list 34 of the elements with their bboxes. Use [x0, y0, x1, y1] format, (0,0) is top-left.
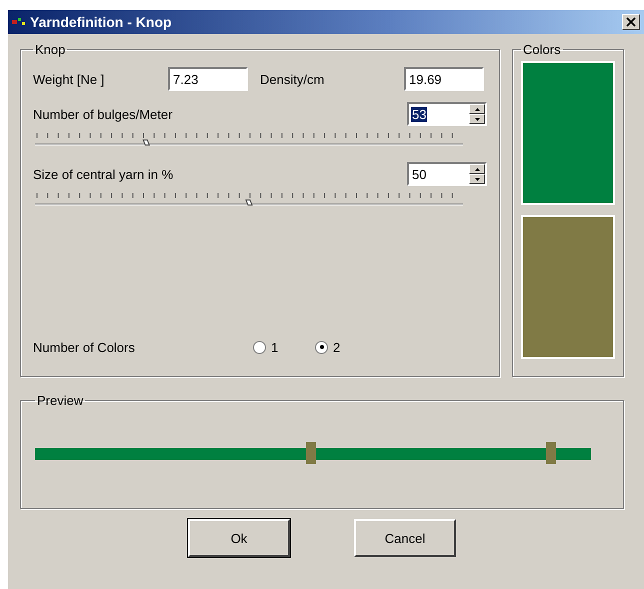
- spin-down-button[interactable]: [469, 174, 485, 184]
- field-label: Weight [Ne ]: [33, 72, 106, 86]
- app-icon: [12, 17, 26, 27]
- field-label: Number of Colors: [33, 340, 136, 354]
- group-title: Preview: [36, 393, 84, 408]
- close-button[interactable]: [622, 14, 640, 30]
- window-title: Yarndefinition - Knop: [30, 14, 173, 30]
- central-spin-field[interactable]: 50: [407, 162, 487, 186]
- down-arrow-icon: [474, 118, 480, 120]
- weight-field[interactable]: 7.23: [168, 67, 248, 91]
- cancel-button[interactable]: Cancel: [354, 519, 456, 557]
- color-count-radio[interactable]: 1: [253, 340, 315, 354]
- bulges-spin-field[interactable]: 53: [407, 102, 487, 126]
- field-label: Density/cm: [260, 72, 326, 86]
- group-title: Colors: [522, 42, 562, 57]
- density-field[interactable]: 19.69: [404, 67, 484, 91]
- down-arrow-icon: [474, 178, 480, 180]
- field-label: Size of central yarn in %: [33, 166, 174, 182]
- group-title: Knop: [34, 42, 66, 57]
- color-swatch[interactable]: [521, 215, 615, 359]
- spin-value: 50: [411, 166, 428, 182]
- ok-button[interactable]: Ok: [188, 519, 290, 557]
- spin-up-button[interactable]: [469, 164, 485, 174]
- slider-thumb[interactable]: [245, 200, 253, 206]
- close-icon: [626, 17, 636, 27]
- spin-value: 53: [411, 106, 428, 122]
- spin-up-button[interactable]: [469, 104, 485, 114]
- spin-down-button[interactable]: [469, 114, 485, 124]
- up-arrow-icon: [474, 168, 480, 170]
- color-count-radio[interactable]: 2: [315, 340, 377, 354]
- field-label: Number of bulges/Meter: [33, 106, 174, 122]
- slider-thumb[interactable]: [142, 140, 150, 146]
- color-swatch[interactable]: [521, 61, 615, 205]
- up-arrow-icon: [474, 108, 480, 110]
